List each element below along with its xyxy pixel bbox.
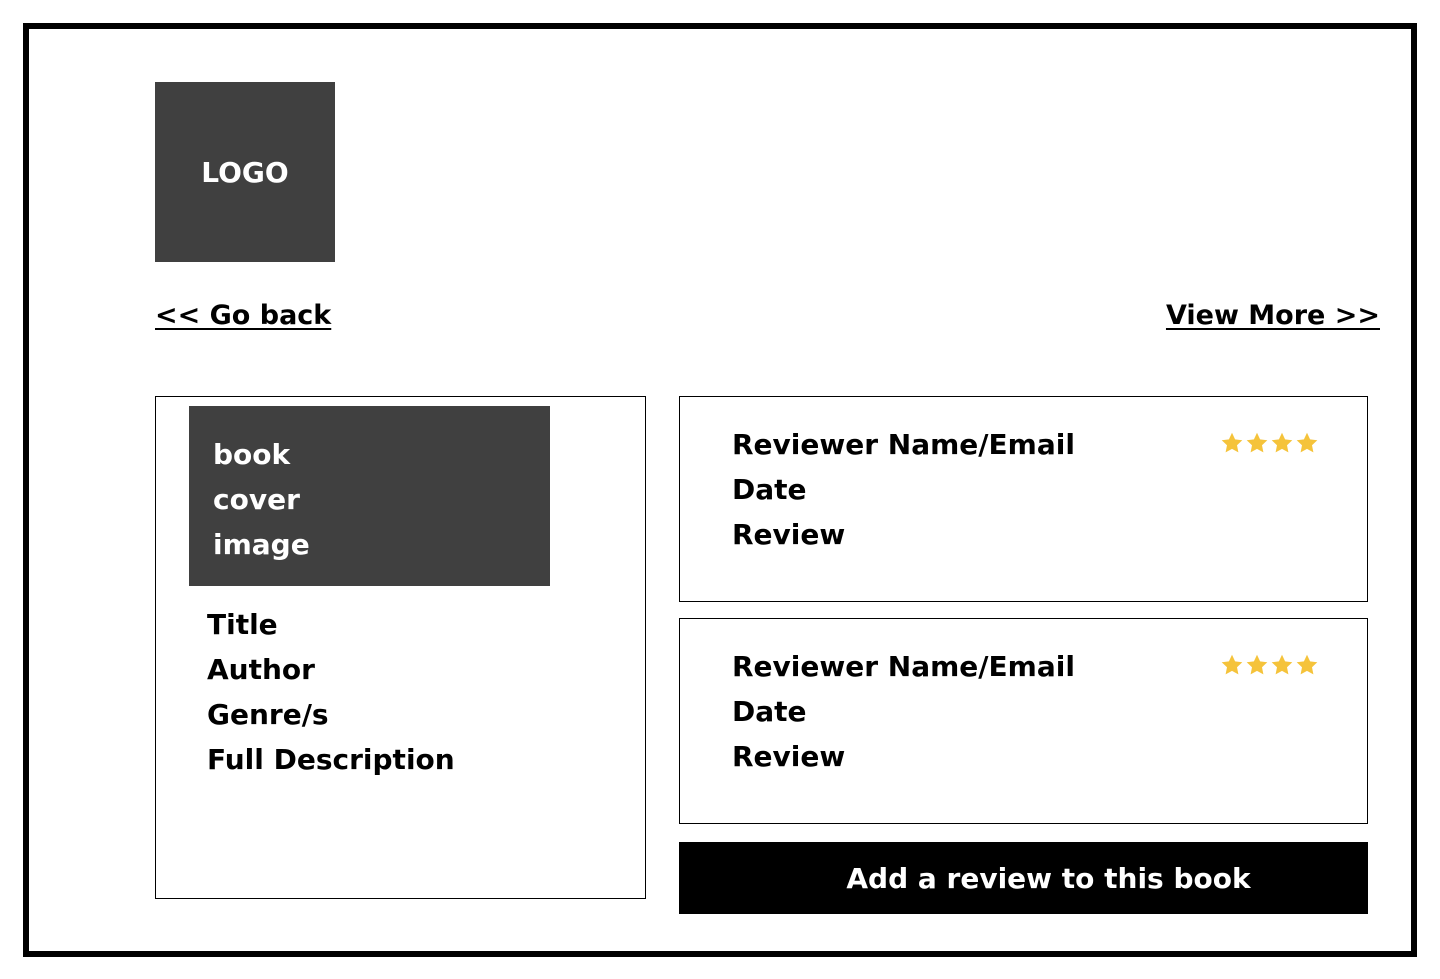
- star-icon: [1296, 432, 1318, 453]
- book-details-panel: book cover image Title Author Genre/s Fu…: [155, 396, 646, 899]
- review-content: Reviewer Name/Email Date Review: [732, 422, 1075, 557]
- book-author: Author: [207, 653, 315, 686]
- cover-line: book: [213, 438, 291, 471]
- star-icon: [1221, 432, 1243, 453]
- book-info: Title Author Genre/s Full Description: [207, 602, 455, 782]
- book-cover-image: book cover image: [189, 406, 550, 586]
- star-icon: [1246, 654, 1268, 675]
- logo-text: LOGO: [201, 155, 289, 189]
- cover-line: cover: [213, 483, 300, 516]
- review-date: Date: [732, 473, 807, 506]
- review-date: Date: [732, 695, 807, 728]
- book-description: Full Description: [207, 743, 455, 776]
- review-card: Reviewer Name/Email Date Review: [679, 396, 1368, 602]
- reviewer-name: Reviewer Name/Email: [732, 650, 1075, 683]
- add-review-button[interactable]: Add a review to this book: [679, 842, 1368, 914]
- cover-line: image: [213, 528, 310, 561]
- star-rating: [1220, 653, 1319, 677]
- review-card: Reviewer Name/Email Date Review: [679, 618, 1368, 824]
- book-genres: Genre/s: [207, 698, 329, 731]
- go-back-link[interactable]: << Go back: [155, 300, 331, 331]
- review-content: Reviewer Name/Email Date Review: [732, 644, 1075, 779]
- logo[interactable]: LOGO: [155, 82, 335, 262]
- star-rating: [1220, 431, 1319, 455]
- star-icon: [1271, 654, 1293, 675]
- book-title: Title: [207, 608, 278, 641]
- star-icon: [1221, 654, 1243, 675]
- star-icon: [1296, 654, 1318, 675]
- star-icon: [1271, 432, 1293, 453]
- view-more-link[interactable]: View More >>: [1166, 300, 1380, 331]
- review-text: Review: [732, 740, 846, 773]
- reviewer-name: Reviewer Name/Email: [732, 428, 1075, 461]
- star-icon: [1246, 432, 1268, 453]
- review-text: Review: [732, 518, 846, 551]
